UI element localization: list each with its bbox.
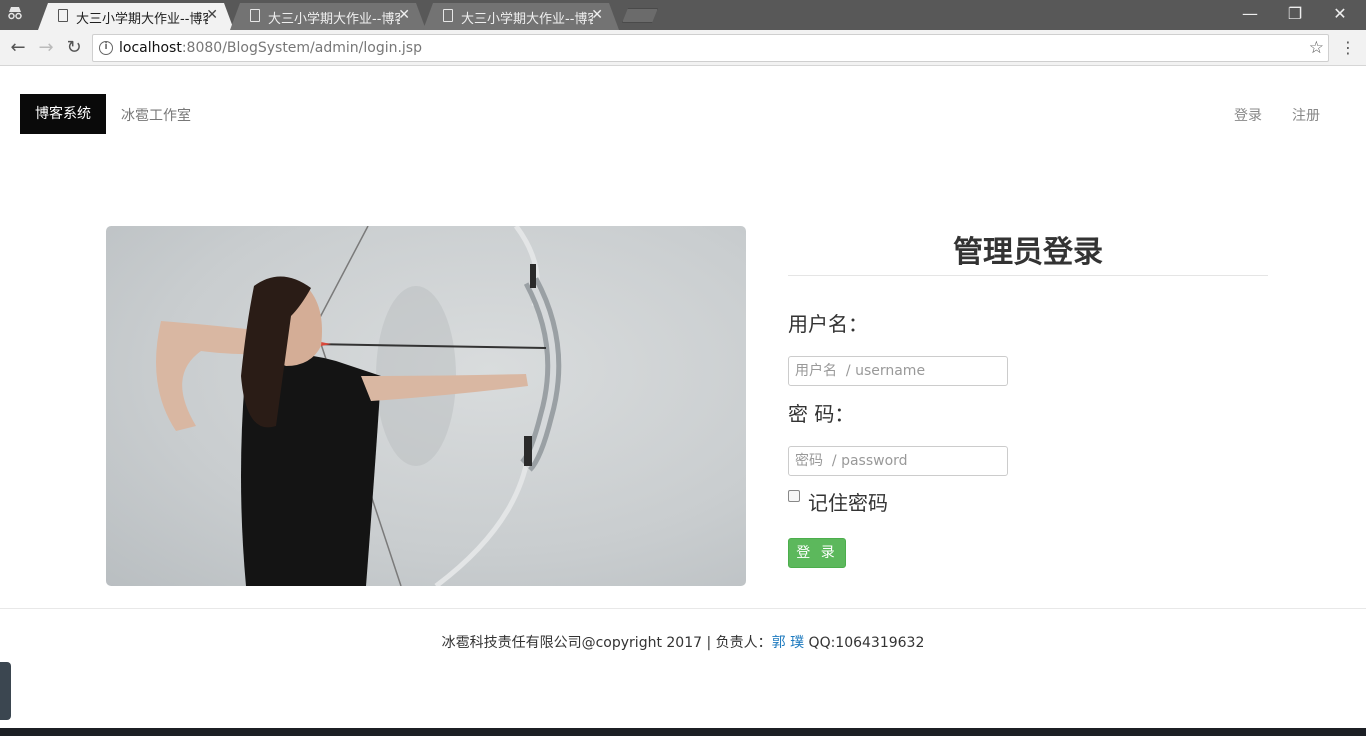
- browser-tab-strip: 大三小学期大作业--博客系统 ✕ 大三小学期大作业--博客系统 ✕ 大三小学期大…: [0, 0, 1366, 30]
- navbar-brand[interactable]: 博客系统: [20, 94, 106, 134]
- close-tab-icon[interactable]: ✕: [206, 7, 218, 23]
- page-content: 博客系统 冰雹工作室 登录 注册 管理员登录 用户名： 用户名 / userna…: [0, 67, 1366, 728]
- os-taskbar: [0, 728, 1366, 736]
- incognito-icon: [4, 6, 26, 24]
- url-text: localhost:8080/BlogSystem/admin/login.js…: [119, 40, 422, 56]
- close-window-icon[interactable]: ✕: [1320, 4, 1360, 23]
- forward-icon[interactable]: →: [34, 36, 58, 60]
- hero-image: [106, 226, 746, 586]
- page-icon: [443, 9, 453, 22]
- nav-login-link[interactable]: 登录: [1234, 105, 1262, 125]
- tab-title: 大三小学期大作业--博客系统: [461, 12, 593, 27]
- tab-title: 大三小学期大作业--博客系统: [76, 12, 208, 27]
- footer: 冰雹科技责任有限公司@copyright 2017 | 负责人：郭 璞 QQ:1…: [0, 632, 1366, 652]
- tab-title: 大三小学期大作业--博客系统: [268, 12, 400, 27]
- browser-tab-3[interactable]: 大三小学期大作业--博客系统 ✕: [423, 3, 619, 30]
- title-divider: [788, 275, 1268, 276]
- password-input[interactable]: [788, 446, 1008, 476]
- info-icon[interactable]: i: [99, 41, 113, 55]
- remember-checkbox[interactable]: [788, 490, 800, 502]
- form-title: 管理员登录: [953, 235, 1103, 270]
- restore-icon[interactable]: ❐: [1275, 4, 1315, 23]
- password-label: 密 码：: [788, 402, 855, 426]
- side-widget[interactable]: [0, 662, 11, 720]
- footer-text: 冰雹科技责任有限公司@copyright 2017 | 负责人：: [441, 635, 772, 651]
- page-icon: [58, 9, 68, 22]
- reload-icon[interactable]: ↻: [62, 36, 86, 60]
- username-input[interactable]: [788, 356, 1008, 386]
- footer-qq: QQ:1064319632: [804, 635, 925, 651]
- browser-menu-icon[interactable]: ⋮: [1340, 36, 1356, 60]
- nav-register-link[interactable]: 注册: [1292, 105, 1320, 125]
- browser-tab-1[interactable]: 大三小学期大作业--博客系统 ✕: [38, 3, 234, 30]
- back-icon[interactable]: ←: [6, 36, 30, 60]
- close-tab-icon[interactable]: ✕: [591, 7, 603, 23]
- page-icon: [250, 9, 260, 22]
- minimize-icon[interactable]: —: [1230, 4, 1270, 23]
- login-button[interactable]: 登 录: [788, 538, 846, 568]
- footer-owner-link[interactable]: 郭 璞: [772, 635, 804, 651]
- close-tab-icon[interactable]: ✕: [398, 7, 410, 23]
- username-label: 用户名：: [788, 312, 868, 336]
- new-tab-button[interactable]: [622, 8, 658, 23]
- navbar-studio-link[interactable]: 冰雹工作室: [121, 105, 191, 125]
- browser-tab-2[interactable]: 大三小学期大作业--博客系统 ✕: [230, 3, 426, 30]
- footer-divider: [0, 608, 1366, 609]
- remember-label: 记住密码: [808, 491, 888, 515]
- bookmark-star-icon[interactable]: ☆: [1309, 38, 1324, 58]
- address-bar[interactable]: i localhost:8080/BlogSystem/admin/login.…: [92, 34, 1329, 62]
- browser-toolbar: ← → ↻ i localhost:8080/BlogSystem/admin/…: [0, 30, 1366, 66]
